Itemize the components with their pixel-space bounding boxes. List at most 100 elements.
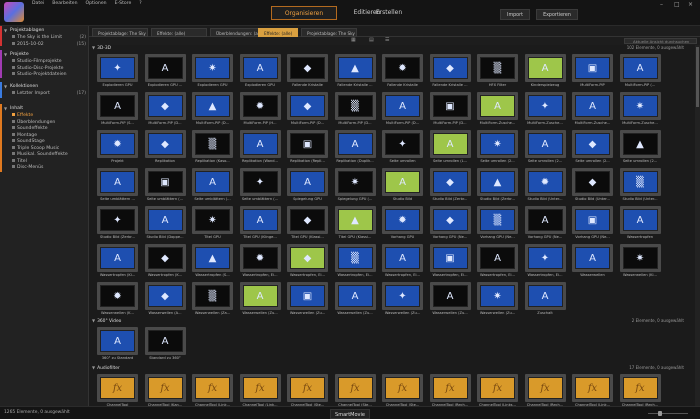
library-tile[interactable]: A Seite umrollen (2... [523,130,568,167]
library-tile[interactable]: ✦ Wassertropfen, Ei... [523,244,568,281]
library-tile[interactable]: A Vorhang GPU (Ne... [523,206,568,243]
library-tile[interactable]: ▣ Wassertropfen, Ei... [428,244,473,281]
library-tile[interactable]: ▣ Replikation (Repli... [285,130,330,167]
group-header[interactable]: ▼ 3D-3D 102 Elemente, 0 ausgewählt [92,45,688,51]
zoom-slider[interactable] [640,411,690,417]
library-tile[interactable]: ▲ Studio Bild (Zerbr... [475,168,520,205]
close-icon[interactable]: × [688,1,693,8]
group-caret-icon[interactable]: ▼ [92,45,95,50]
library-tile[interactable]: A Explodieren GPU ... [143,54,188,91]
library-tile[interactable]: ✹ Vorhang GPU [380,206,425,243]
library-tile[interactable]: ▒ MultiForm-PiP (D... [333,92,378,129]
library-tile[interactable]: A MultiForm-PiP (D... [380,92,425,129]
library-tile[interactable]: ✦ MultiForm-Zusche... [523,92,568,129]
library-tile[interactable]: ✦ Seite umblättern (... [238,168,283,205]
library-tile[interactable]: A MultiForm-Zusche... [475,92,520,129]
library-tile[interactable]: ✹ Projekt [95,130,140,167]
library-tile[interactable]: ✦ Studio Bild (Zerbr... [95,206,140,243]
library-tile[interactable]: ◆ Fallende Kristalle ... [428,54,473,91]
library-tile[interactable]: ◆ MultiForm-PiP (D... [285,92,330,129]
library-tile[interactable]: ✹ MultiForm-PiP (H... [238,92,283,129]
library-tile[interactable]: A MultiForm-PiP (... [618,54,663,91]
library-tile[interactable]: ▒ Vorhang GPU (Ne... [475,206,520,243]
library-tile[interactable]: fx ChannelTool [95,374,140,406]
library-tile[interactable]: A Spiegelung GPU [285,168,330,205]
library-tile[interactable]: A Explodieren GPU [238,54,283,91]
library-tile[interactable]: ▣ Vorhang GPU (Ne... [570,206,615,243]
library-tile[interactable]: fx ChannelTool (Link... [570,374,615,406]
library-tile[interactable]: ▒ Replikation (Kaso... [190,130,235,167]
library-tile[interactable]: ✦ Explodieren GPU [95,54,140,91]
library-tile[interactable]: fx ChannelTool (Ste... [285,374,330,406]
minimize-icon[interactable]: – [660,1,663,8]
library-tile[interactable]: A Wasserwellen (Zu... [428,282,473,319]
search-input[interactable]: Aktuelle Ansicht durchsuchen [624,38,697,44]
library-tile[interactable]: ◆ Studio Bild (Zerbr... [428,168,473,205]
library-tile[interactable]: A MultiForm-PiP (S... [95,92,140,129]
tab-create[interactable]: Erstellen [366,6,412,20]
tab-organize[interactable]: Organisieren [271,6,337,20]
library-tile[interactable]: ▣ MultiForm-PiP [570,54,615,91]
menu-estore[interactable]: E-Store [115,1,132,6]
library-tile[interactable]: ▲ Seite umrollen (2... [618,130,663,167]
library-tile[interactable]: A Seite umrollen (L... [428,130,473,167]
library-tile[interactable]: fx ChannelTool (Rech... [618,374,663,406]
library-tile[interactable]: ✷ Titel GPU [190,206,235,243]
library-tile[interactable]: A Seite umblättern ... [95,168,140,205]
library-tile[interactable]: A Titel GPU (Klinge... [238,206,283,243]
library-tile[interactable]: ◆ Wasserwellen (A... [143,282,188,319]
library-tile[interactable]: ▒ HFX Filter [475,54,520,91]
export-button[interactable]: Exportieren [536,9,578,20]
library-tile[interactable]: A Wasserwellen (Zu... [238,282,283,319]
library-tile[interactable]: ▣ Seite umblättern (... [143,168,188,205]
group-header[interactable]: ▼ Audiofilter 17 Elemente, 0 ausgewählt [92,365,688,371]
library-tile[interactable]: ◆ Replikation [143,130,188,167]
maximize-icon[interactable]: □ [674,1,680,8]
sidebar-item-project[interactable]: Studio-Projektdateien [0,72,89,79]
zoom-slider-knob[interactable] [658,411,662,416]
library-tile[interactable]: ✷ MultiForm-Zusche... [618,92,663,129]
import-button[interactable]: Import [500,9,530,20]
library-tile[interactable]: ✹ Fallende Kristalle [380,54,425,91]
tab-effects-active[interactable]: Effekte: (alle) [258,28,298,37]
library-tile[interactable]: A Replikation (Wand... [238,130,283,167]
library-tile[interactable]: ▲ Fallende Kristalle ... [333,54,378,91]
library-tile[interactable]: ◆ Wassertropfen, Ei... [285,244,330,281]
library-tile[interactable]: fx ChannelTool (Link... [238,374,283,406]
library-tile[interactable]: ✦ Wasserwellen (Zu... [380,282,425,319]
menu-file[interactable]: Datei [32,1,44,6]
library-tile[interactable]: A Studio Bild (Doppe... [143,206,188,243]
library-tile[interactable]: ✷ Wasserwellen (Ki... [618,244,663,281]
library-tile[interactable]: fx ChannelTool (Rech... [523,374,568,406]
library-tile[interactable]: A Zuschalt [523,282,568,319]
scrollbar-thumb[interactable] [696,47,699,107]
library-tile[interactable]: A Wassertropfen (Ki... [95,244,140,281]
group-caret-icon[interactable]: ▼ [92,365,95,370]
filter-icon[interactable]: ▦ [351,37,356,43]
library-tile[interactable]: fx ChannelTool (Ste... [380,374,425,406]
menu-options[interactable]: Optionen [86,1,107,6]
library-tile[interactable]: ▣ MultiForm-PiP (D... [428,92,473,129]
tab-bin-2[interactable]: Projektablage: The Sky is ... [301,28,357,37]
library-tile[interactable]: ✷ Wasserwellen (Zu... [475,282,520,319]
library-tile[interactable]: A Kinderspielzeug [523,54,568,91]
library-tile[interactable]: ◆ MultiForm-PiP (D... [143,92,188,129]
library-tile[interactable]: fx ChannelTool (Link... [190,374,235,406]
library-tile[interactable]: A Seite umblättern (... [190,168,235,205]
library-tile[interactable]: fx ChannelTool (Ste... [333,374,378,406]
library-tile[interactable]: A Wasserwellen (Zu... [333,282,378,319]
library-tile[interactable]: A MultiForm-Zusche... [570,92,615,129]
smartmovie-button[interactable]: SmartMovie [330,409,370,419]
library-tile[interactable]: A Wasserwellen [570,244,615,281]
menu-edit[interactable]: Bearbeiten [52,1,77,6]
library-tile[interactable]: ▲ Titel GPU (Klassi... [333,206,378,243]
library-tile[interactable]: A 360° zu Standard [95,327,140,364]
library-tile[interactable]: ▲ Wassertropfen (S... [190,244,235,281]
library-tile[interactable]: ✦ Seite umrollen [380,130,425,167]
library-tile[interactable]: ◆ Wassertropfen (K... [143,244,188,281]
library-tile[interactable]: fx ChannelTool (Kan... [143,374,188,406]
library-tile[interactable]: ◆ Titel GPU (Klassi... [285,206,330,243]
help-icon[interactable]: ? [139,1,141,6]
library-tile[interactable]: fx ChannelTool (Links... [475,374,520,406]
library-tile[interactable]: A Wassertropfen [618,206,663,243]
